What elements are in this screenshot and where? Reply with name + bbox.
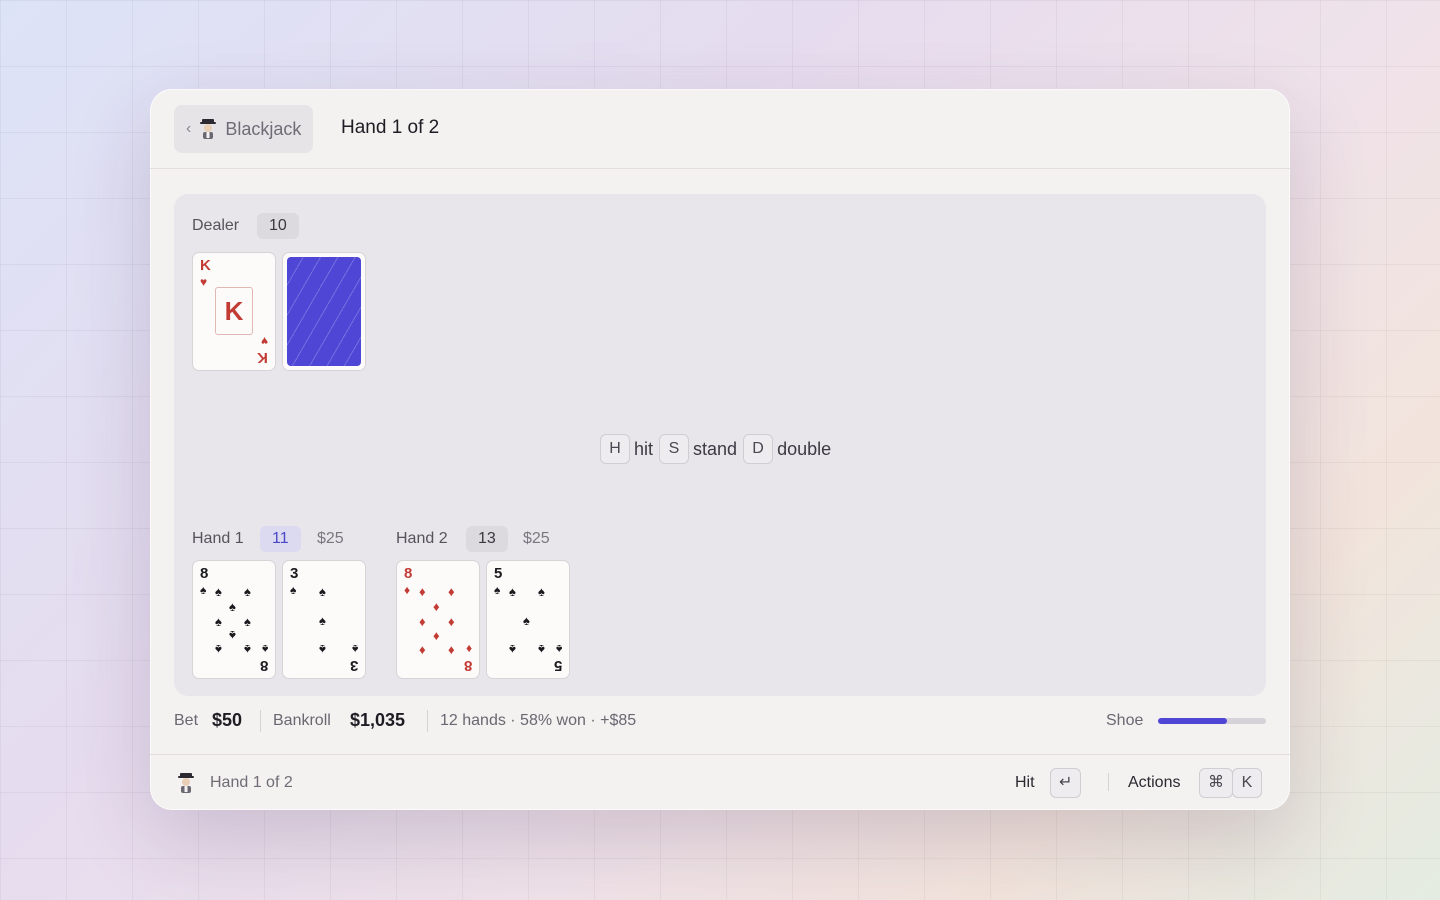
bet-label: Bet: [174, 712, 199, 729]
shoe-label: Shoe: [1106, 712, 1144, 729]
chevron-left-icon: ‹: [186, 120, 192, 137]
spade-icon: ♠: [509, 642, 516, 657]
heart-icon: ♥: [200, 275, 208, 289]
shoe-progress-fill: [1158, 718, 1228, 724]
hand-1-bet: $25: [317, 530, 344, 547]
diamond-icon: ♦: [404, 583, 411, 597]
session-summary: 12 hands · 58% won · +$85: [440, 712, 637, 729]
footer: Hand 1 of 2 Hit ↵ Actions ⌘ K: [150, 754, 1290, 810]
page-title: Hand 1 of 2: [341, 117, 440, 138]
hand-2-card-2: 5 ♠ ♠ ♠ ♠ ♠ ♠ ♠ 5: [486, 560, 570, 679]
hit-hint: hit: [634, 438, 654, 459]
diamond-icon: ♦: [419, 642, 426, 657]
spade-icon: ♠: [509, 584, 516, 599]
spade-icon: ♠: [200, 583, 207, 597]
card-rank: 8: [463, 657, 472, 674]
bankroll-label: Bankroll: [273, 712, 331, 729]
hit-key[interactable]: H: [600, 434, 630, 464]
action-hints: H hit S stand D double: [600, 434, 833, 464]
diamond-icon: ♦: [448, 614, 455, 629]
spade-icon: ♠: [244, 584, 251, 599]
diamond-icon: ♦: [448, 584, 455, 599]
enter-key-icon[interactable]: ↵: [1050, 768, 1082, 798]
stand-hint: stand: [693, 438, 738, 459]
actions-menu-label[interactable]: Actions: [1128, 774, 1180, 792]
card-back-pattern: [287, 257, 361, 366]
command-key-icon[interactable]: ⌘: [1199, 768, 1233, 798]
header: ‹ Blackjack Hand 1 of 2: [150, 89, 1290, 169]
spade-icon: ♠: [351, 642, 358, 656]
footer-title: Hand 1 of 2: [210, 774, 293, 791]
k-key[interactable]: K: [1232, 768, 1262, 798]
hand-1-card-1: 8 ♠ ♠ ♠ ♠ ♠ ♠ ♠ ♠ ♠ ♠ 8: [192, 560, 276, 679]
card-rank: K: [200, 257, 211, 274]
hand-2-card-1: 8 ♦ ♦ ♦ ♦ ♦ ♦ ♦ ♦ ♦ ♦ 8: [396, 560, 480, 679]
stats-bar: Bet $50 Bankroll $1,035 12 hands · 58% w…: [174, 710, 1266, 732]
spade-icon: ♠: [229, 628, 236, 643]
king-face: K: [215, 287, 253, 335]
dealer-card-1: K ♥ K ♥ K: [192, 252, 276, 371]
spade-icon: ♠: [290, 583, 297, 597]
bankroll-value: $1,035: [350, 710, 406, 730]
stand-key[interactable]: S: [659, 434, 690, 464]
card-rank: K: [257, 349, 268, 366]
hand-1-label: Hand 1: [192, 530, 244, 547]
divider: [260, 710, 261, 732]
card-rank: 5: [494, 565, 503, 582]
back-label: Blackjack: [225, 118, 302, 139]
divider: [1108, 773, 1109, 791]
diamond-icon: ♦: [419, 584, 426, 599]
blackjack-dealer-icon: [177, 772, 195, 794]
dealer-total-badge: 10: [257, 213, 299, 239]
bet-value: $50: [212, 710, 243, 730]
diamond-icon: ♦: [448, 642, 455, 657]
game-table: Dealer 10 K ♥ K ♥ K H hit S stand D doub…: [174, 194, 1266, 696]
hand-1-total-badge: 11: [260, 526, 301, 552]
card-rank: 8: [200, 565, 209, 582]
spade-icon: ♠: [538, 584, 545, 599]
divider: [427, 710, 428, 732]
card-rank: 8: [259, 657, 268, 674]
dealer-card-hidden: [282, 252, 366, 371]
spade-icon: ♠: [244, 614, 251, 629]
diamond-icon: ♦: [433, 599, 440, 614]
hand-2-label: Hand 2: [396, 530, 448, 547]
spade-icon: ♠: [244, 642, 251, 657]
spade-icon: ♠: [261, 642, 268, 656]
spade-icon: ♠: [494, 583, 501, 597]
card-rank: 8: [404, 565, 413, 582]
spade-icon: ♠: [319, 613, 326, 628]
spade-icon: ♠: [319, 642, 326, 657]
double-hint: double: [777, 438, 832, 459]
blackjack-dealer-icon: [199, 118, 217, 140]
hand-2-total-badge: 13: [466, 526, 508, 552]
spade-icon: ♠: [215, 614, 222, 629]
dealer-label: Dealer: [192, 217, 240, 234]
spade-icon: ♠: [229, 599, 236, 614]
spade-icon: ♠: [523, 613, 530, 628]
shoe-progress-bar: [1158, 718, 1266, 724]
diamond-icon: ♦: [419, 614, 426, 629]
diamond-icon: ♦: [465, 642, 472, 656]
spade-icon: ♠: [319, 584, 326, 599]
spade-icon: ♠: [555, 642, 562, 656]
hand-2-bet: $25: [523, 530, 550, 547]
spade-icon: ♠: [538, 642, 545, 657]
card-rank: 3: [290, 565, 299, 582]
diamond-icon: ♦: [433, 628, 440, 643]
card-rank: 5: [553, 657, 562, 674]
double-key[interactable]: D: [743, 434, 774, 464]
back-button[interactable]: ‹ Blackjack: [174, 105, 314, 153]
spade-icon: ♠: [215, 584, 222, 599]
hit-action-label[interactable]: Hit: [1015, 774, 1035, 792]
blackjack-window: ‹ Blackjack Hand 1 of 2 Dealer 10 K ♥ K …: [150, 89, 1290, 810]
hand-1-card-2: 3 ♠ ♠ ♠ ♠ ♠ 3: [282, 560, 366, 679]
heart-icon: ♥: [260, 334, 268, 348]
card-rank: 3: [349, 657, 358, 674]
spade-icon: ♠: [215, 642, 222, 657]
